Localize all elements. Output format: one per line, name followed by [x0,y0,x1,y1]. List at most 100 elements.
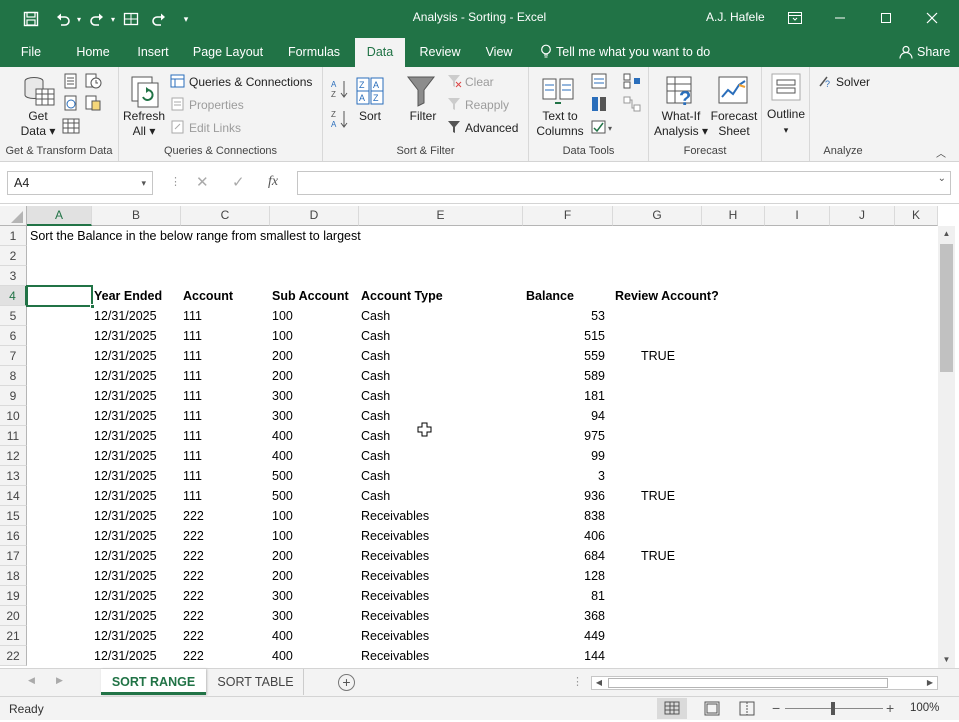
cell-account[interactable]: 111 [183,446,202,466]
forecast-label-1[interactable]: Forecast [709,109,759,123]
header-sub-account[interactable]: Sub Account [272,286,349,306]
sort-button[interactable]: Sort [353,109,387,123]
properties-button[interactable]: Properties [189,98,244,112]
sheet-tab-sort-table[interactable]: SORT TABLE [208,669,304,695]
cell-balance[interactable]: 368 [523,606,605,626]
col-header-a[interactable]: A [27,206,92,226]
what-if-label-2[interactable]: Analysis ▾ [651,124,711,138]
text-to-label-2[interactable]: Columns [532,124,588,138]
cell-sub-account[interactable]: 400 [272,646,293,666]
cell-year-ended[interactable]: 12/31/2025 [94,426,157,446]
cell-account[interactable]: 111 [183,306,202,326]
cell-balance[interactable]: 99 [523,446,605,466]
zoom-out-icon[interactable]: − [772,700,780,716]
flash-fill-icon[interactable] [591,73,607,92]
redo-dropdown-icon[interactable]: ▾ [108,9,118,29]
page-layout-view-icon[interactable] [697,698,727,719]
horizontal-scroll-thumb[interactable] [608,678,888,688]
col-header-c[interactable]: C [181,206,270,226]
cell-year-ended[interactable]: 12/31/2025 [94,646,157,666]
insert-function-icon[interactable]: fx [268,174,278,190]
cell-account[interactable]: 222 [183,646,204,666]
row-header-10[interactable]: 10 [0,406,27,426]
cell-account[interactable]: 111 [183,486,202,506]
name-box[interactable]: A4 ▾ [7,171,153,195]
cell-review[interactable]: TRUE [641,486,675,506]
vertical-scrollbar[interactable]: ▲ ▼ [938,226,955,668]
cell-account-type[interactable]: Receivables [361,606,429,626]
edit-links-button[interactable]: Edit Links [189,121,241,135]
vertical-scroll-thumb[interactable] [940,244,953,372]
recent-sources-icon[interactable] [84,73,102,92]
close-icon[interactable] [910,4,954,32]
tab-file[interactable]: File [8,38,54,67]
cell-account[interactable]: 222 [183,586,204,606]
cell-account[interactable]: 222 [183,506,204,526]
cell-sub-account[interactable]: 300 [272,586,293,606]
user-name[interactable]: A.J. Hafele [706,10,765,24]
remove-duplicates-icon[interactable] [591,96,607,115]
cell-account[interactable]: 222 [183,626,204,646]
cell-account-type[interactable]: Cash [361,486,390,506]
cell-year-ended[interactable]: 12/31/2025 [94,406,157,426]
col-header-f[interactable]: F [523,206,613,226]
cell-balance[interactable]: 144 [523,646,605,666]
cell-balance[interactable]: 406 [523,526,605,546]
cell-balance[interactable]: 589 [523,366,605,386]
col-header-e[interactable]: E [359,206,523,226]
row-header-22[interactable]: 22 [0,646,27,666]
maximize-icon[interactable] [864,4,908,32]
cell-account-type[interactable]: Receivables [361,566,429,586]
cell-account-type[interactable]: Receivables [361,526,429,546]
solver-button[interactable]: Solver [836,75,870,89]
row-header-9[interactable]: 9 [0,386,27,406]
cell-account-type[interactable]: Receivables [361,546,429,566]
customize-icon[interactable]: ▾ [178,9,194,29]
from-table-icon[interactable] [62,118,80,137]
what-if-label-1[interactable]: What-If [655,109,707,123]
cell-year-ended[interactable]: 12/31/2025 [94,546,157,566]
from-text-icon[interactable] [62,73,80,92]
cell-review[interactable]: TRUE [641,346,675,366]
cell-sub-account[interactable]: 100 [272,506,293,526]
expand-formula-icon[interactable]: ⌄ [938,173,946,184]
cell-sub-account[interactable]: 500 [272,466,293,486]
formula-input[interactable]: ⌄ [297,171,951,195]
col-header-i[interactable]: I [765,206,830,226]
prev-sheet-icon[interactable]: ◀ [28,675,35,686]
advanced-button[interactable]: Advanced [465,121,518,135]
col-header-g[interactable]: G [613,206,702,226]
cell-sub-account[interactable]: 200 [272,346,293,366]
cell-year-ended[interactable]: 12/31/2025 [94,306,157,326]
cell-sub-account[interactable]: 200 [272,546,293,566]
row-header-3[interactable]: 3 [0,266,27,286]
forecast-label-2[interactable]: Sheet [709,124,759,138]
row-header-15[interactable]: 15 [0,506,27,526]
cell-sub-account[interactable]: 400 [272,446,293,466]
cell-sub-account[interactable]: 400 [272,626,293,646]
cell-account[interactable]: 111 [183,366,202,386]
tab-review[interactable]: Review [412,38,468,67]
zoom-slider-thumb[interactable] [831,702,835,715]
header-account[interactable]: Account [183,286,233,306]
row-header-13[interactable]: 13 [0,466,27,486]
sort-a-to-z-icon[interactable]: AZ [331,79,349,102]
share-button[interactable]: Share [899,38,950,67]
row-header-1[interactable]: 1 [0,226,27,246]
cell-year-ended[interactable]: 12/31/2025 [94,566,157,586]
row-header-16[interactable]: 16 [0,526,27,546]
row-header-12[interactable]: 12 [0,446,27,466]
consolidate-icon[interactable] [623,73,641,92]
fill-handle[interactable] [90,304,95,309]
zoom-level[interactable]: 100% [910,702,939,714]
minimize-icon[interactable] [818,4,862,32]
cell-account-type[interactable]: Cash [361,326,390,346]
cell-balance[interactable]: 515 [523,326,605,346]
cell-sub-account[interactable]: 100 [272,306,293,326]
form-icon[interactable] [120,9,142,29]
cell-account-type[interactable]: Cash [361,386,390,406]
outline-button[interactable]: Outline [764,107,808,121]
zoom-in-icon[interactable]: + [886,700,894,716]
row-header-8[interactable]: 8 [0,366,27,386]
cell-account-type[interactable]: Cash [361,406,390,426]
